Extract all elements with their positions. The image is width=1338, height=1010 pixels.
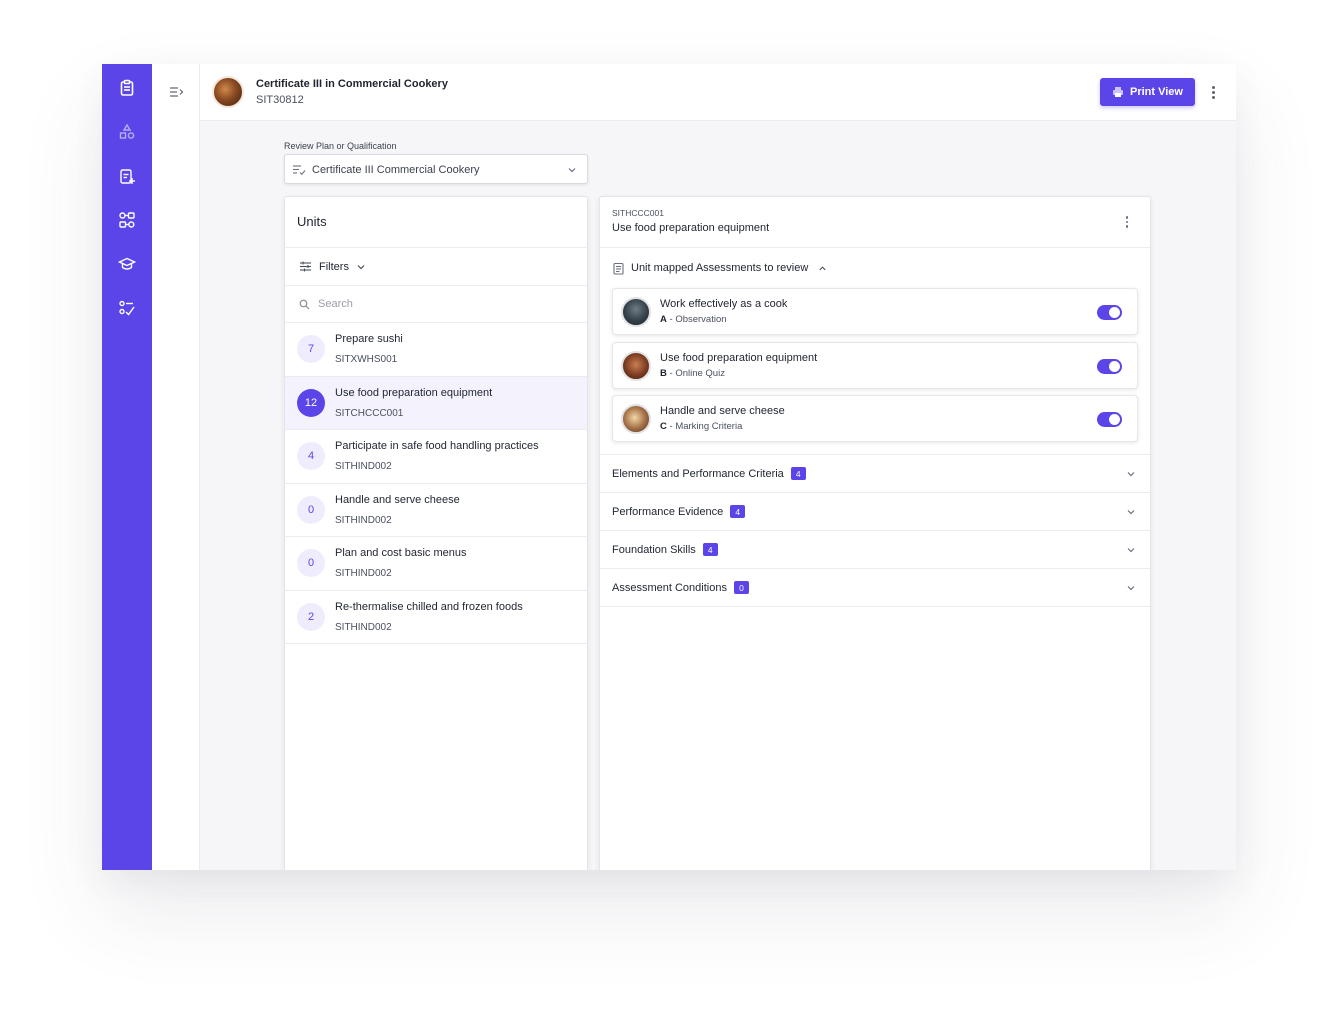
chevron-down-icon — [568, 168, 576, 173]
printer-icon — [1113, 87, 1123, 97]
unit-code: SITHIND002 — [335, 461, 392, 472]
assessment-name: Work effectively as a cook — [660, 298, 788, 310]
chevron-down-icon — [357, 264, 365, 269]
unit-list-item[interactable]: 0 Handle and serve cheese SITHIND002 — [285, 484, 587, 537]
shapes-icon[interactable] — [117, 122, 137, 142]
accordion-foundation-skills[interactable]: Foundation Skills 4 — [600, 531, 1150, 569]
nav-rail — [102, 64, 152, 870]
accordion-elements-criteria[interactable]: Elements and Performance Criteria 4 — [600, 455, 1150, 493]
assessment-name: Handle and serve cheese — [660, 405, 785, 417]
chevron-down-icon — [1127, 472, 1135, 477]
top-bar: Certificate III in Commercial Cookery SI… — [200, 64, 1236, 121]
review-plan-select[interactable]: Certificate III Commercial Cookery — [284, 154, 588, 184]
chevron-up-icon — [819, 265, 826, 270]
unit-count-badge: 4 — [297, 442, 325, 470]
clipboard-add-icon[interactable] — [117, 166, 137, 186]
mapped-assessments-section: Unit mapped Assessments to review Work e… — [600, 248, 1150, 455]
expand-menu-icon[interactable] — [168, 84, 184, 100]
qualification-avatar — [212, 76, 244, 108]
assessment-thumbnail — [621, 404, 651, 434]
assessment-card[interactable]: Handle and serve cheese C - Marking Crit… — [612, 395, 1138, 442]
unit-list-item[interactable]: 7 Prepare sushi SITXWHS001 — [285, 323, 587, 377]
list-check-icon — [293, 165, 306, 176]
unit-code: SITCHCCC001 — [335, 407, 404, 419]
sliders-icon — [300, 261, 311, 272]
unit-name: Participate in safe food handling practi… — [335, 440, 539, 452]
assessment-thumbnail — [621, 350, 651, 381]
print-view-button[interactable]: Print View — [1100, 78, 1195, 106]
search-icon — [299, 299, 310, 309]
unit-name: Re-thermalise chilled and frozen foods — [335, 600, 523, 613]
count-badge: 4 — [730, 505, 746, 518]
assessment-card[interactable]: Use food preparation equipment B - Onlin… — [612, 341, 1138, 389]
assessment-thumbnail — [621, 297, 651, 327]
unit-name: Prepare sushi — [335, 333, 403, 345]
accordion-assessment-conditions[interactable]: Assessment Conditions 0 — [600, 569, 1150, 607]
assessment-card[interactable]: Work effectively as a cook A - Observati… — [612, 288, 1138, 335]
units-panel: Units Filters Search 7 Prepare sushi SIT… — [284, 196, 588, 870]
qualification-code: SIT30812 — [256, 94, 304, 106]
accordion-label: Elements and Performance Criteria — [612, 467, 784, 480]
app-window: Certificate III in Commercial Cookery SI… — [102, 64, 1236, 870]
assessment-toggle[interactable] — [1097, 412, 1122, 427]
unit-list-item[interactable]: 2 Re-thermalise chilled and frozen foods… — [285, 591, 587, 644]
unit-code: SITHIND002 — [335, 568, 392, 579]
page-title: Certificate III in Commercial Cookery — [256, 78, 448, 90]
assessment-type: B - Online Quiz — [660, 367, 725, 379]
accordion-label: Assessment Conditions — [612, 581, 727, 594]
count-badge: 4 — [790, 467, 806, 480]
more-options-icon[interactable] — [1208, 82, 1218, 102]
unit-detail-code: SITHCCC001 — [612, 208, 664, 218]
unit-name: Handle and serve cheese — [335, 493, 460, 506]
search-placeholder: Search — [318, 298, 353, 310]
checklist-icon[interactable] — [117, 298, 137, 318]
assessment-name: Use food preparation equipment — [660, 351, 818, 364]
graduation-cap-icon[interactable] — [117, 254, 137, 274]
chevron-down-icon — [1127, 510, 1135, 515]
unit-list-item[interactable]: 0 Plan and cost basic menus SITHIND002 — [285, 537, 587, 591]
unit-list-item-selected[interactable]: 12 Use food preparation equipment SITCHC… — [285, 376, 587, 430]
secondary-nav — [152, 64, 200, 870]
unit-list-item[interactable]: 4 Participate in safe food handling prac… — [285, 430, 587, 484]
unit-count-badge: 12 — [297, 388, 325, 417]
review-select-label: Review Plan or Qualification — [284, 141, 397, 151]
count-badge: 4 — [702, 543, 718, 556]
unit-detail-title: Use food preparation equipment — [612, 222, 770, 234]
accordion-label: Performance Evidence — [612, 505, 724, 518]
clipboard-icon[interactable] — [117, 78, 137, 98]
assessment-type: C - Marking Criteria — [660, 421, 743, 432]
chevron-down-icon — [1127, 548, 1135, 553]
unit-code: SITHIND002 — [335, 514, 392, 526]
mapped-assessments-heading: Unit mapped Assessments to review — [631, 262, 809, 274]
unit-detail-panel: SITHCCC001 Use food preparation equipmen… — [599, 196, 1151, 870]
assessment-type: A - Observation — [660, 314, 727, 325]
review-select-value: Certificate III Commercial Cookery — [312, 164, 480, 176]
unit-detail-header: SITHCCC001 Use food preparation equipmen… — [600, 197, 1150, 248]
units-title: Units — [285, 197, 587, 248]
unit-count-badge: 0 — [297, 495, 325, 524]
filters-label: Filters — [319, 260, 349, 273]
unit-count-badge: 7 — [297, 335, 325, 363]
filters-toggle[interactable]: Filters — [285, 248, 587, 286]
unit-name: Plan and cost basic menus — [335, 547, 467, 559]
count-badge: 0 — [733, 581, 749, 594]
search-input[interactable]: Search — [285, 286, 587, 323]
document-icon — [613, 262, 624, 275]
unit-code: SITHIND002 — [335, 621, 392, 633]
unit-count-badge: 2 — [297, 602, 325, 631]
unit-count-badge: 0 — [297, 549, 325, 577]
unit-code: SITXWHS001 — [335, 354, 398, 365]
accordion-performance-evidence[interactable]: Performance Evidence 4 — [600, 493, 1150, 531]
assessment-toggle[interactable] — [1097, 358, 1122, 374]
accordion-label: Foundation Skills — [612, 543, 696, 556]
print-view-label: Print View — [1130, 86, 1183, 98]
chevron-down-icon — [1127, 586, 1135, 591]
assessment-toggle[interactable] — [1097, 305, 1122, 320]
workflow-icon[interactable] — [117, 210, 137, 230]
mapped-assessments-toggle[interactable]: Unit mapped Assessments to review — [612, 248, 1138, 288]
more-options-icon[interactable] — [1124, 215, 1130, 229]
unit-name: Use food preparation equipment — [335, 386, 493, 399]
